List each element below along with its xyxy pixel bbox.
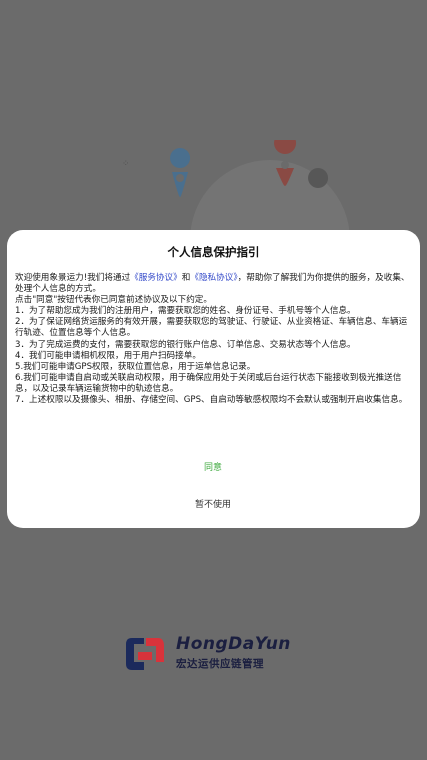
svg-text:⁘: ⁘ xyxy=(122,159,130,169)
terms-line: 点击"同意"按钮代表你已同意前述协议及以下约定。 xyxy=(15,295,212,306)
terms-line: 5.我们可能申请GPS权限，获取位置信息，用于运单信息记录。 xyxy=(15,361,256,372)
terms-line: 4．我们可能申请相机权限，用于用户扫码接单。 xyxy=(15,350,201,361)
service-agreement-link[interactable]: 《服务协议》 xyxy=(130,273,182,283)
brand-subtitle: 宏达运供应链管理 xyxy=(176,658,264,670)
privacy-dialog: 个人信息保护指引 欢迎使用象景运力!我们将通过《服务协议》和《隐私协议》，帮助你… xyxy=(7,230,420,528)
location-pin-blue-icon xyxy=(170,148,191,168)
intro-paragraph: 欢迎使用象景运力!我们将通过《服务协议》和《隐私协议》，帮助你了解我们为你提供的… xyxy=(15,273,413,295)
brand-name: HongDaYun xyxy=(176,634,291,654)
hongdayun-logo-icon xyxy=(126,638,164,670)
intro-text: 欢迎使用象景运力!我们将通过 xyxy=(15,273,131,283)
terms-line: 3．为了完成运费的支付，需要获取您的银行账户信息、订单信息、交易状态等个人信息。 xyxy=(15,339,356,350)
decline-button[interactable]: 暂不使用 xyxy=(163,495,263,515)
agree-button[interactable]: 同意 xyxy=(163,458,263,478)
brand-logo: HongDaYun 宏达运供应链管理 xyxy=(122,632,312,676)
terms-line: 6.我们可能申请自启动或关联启动权限，用于确保应用处于关闭或后台运行状态下能接收… xyxy=(15,372,402,394)
terms-line: 2．为了保证网络货运服务的有效开展，需要获取您的驾驶证、行驶证、从业资格证、车辆… xyxy=(15,317,408,339)
terms-line: 7．上述权限以及摄像头、相册、存储空间、GPS、自启动等敏感权限均不会默认或强制… xyxy=(15,395,408,406)
dialog-title: 个人信息保护指引 xyxy=(167,245,260,259)
location-pin-red-icon xyxy=(274,140,297,154)
dialog-body: 欢迎使用象景运力!我们将通过《服务协议》和《隐私协议》，帮助你了解我们为你提供的… xyxy=(15,273,413,406)
terms-line: 1．为了帮助您成为我们的注册用户，需要获取您的姓名、身份证号、手机号等个人信息。 xyxy=(15,306,356,317)
privacy-agreement-link[interactable]: 《隐私协议》 xyxy=(190,273,237,283)
location-pin-dark-icon xyxy=(308,168,329,188)
